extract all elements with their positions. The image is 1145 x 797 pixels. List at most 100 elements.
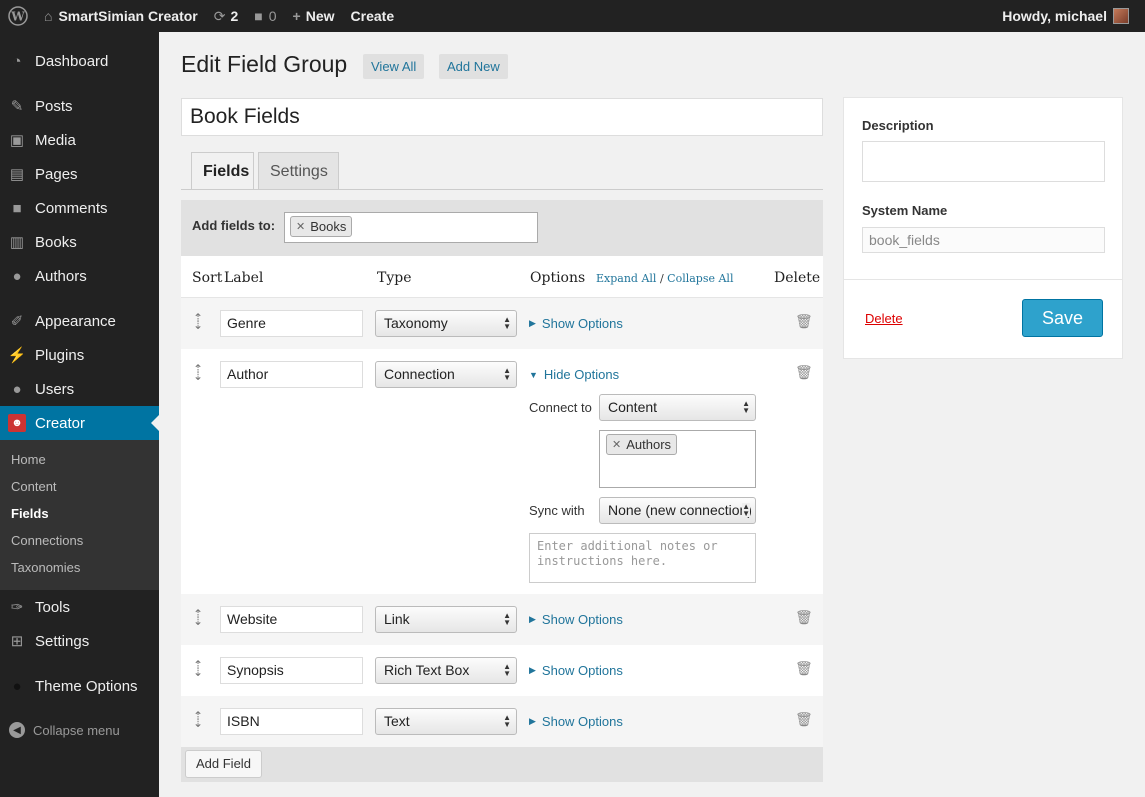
- add-fields-to-input[interactable]: ✕ Books: [284, 212, 538, 243]
- updates-link[interactable]: ⟳ 2: [206, 0, 247, 32]
- select-value: Text: [384, 713, 410, 729]
- tab-fields[interactable]: Fields: [191, 152, 254, 190]
- table-row: ⇡ ⇣ Synopsis Rich Text Box ▲ ▼ ▶ Show Option…: [181, 645, 823, 696]
- notes-textarea[interactable]: Enter additional notes or instructions h…: [529, 533, 756, 583]
- expand-collapse-links: Expand All / Collapse All: [596, 272, 733, 285]
- field-type-select[interactable]: Link ▲ ▼: [375, 606, 517, 633]
- description-textarea[interactable]: [862, 141, 1105, 182]
- updates-icon: ⟳: [213, 7, 226, 24]
- sidebar-item-label: Appearance: [35, 312, 116, 330]
- show-options-link[interactable]: ▶ Show Options: [529, 612, 623, 627]
- sort-handle-icon[interactable]: ⇡ ⇣: [192, 659, 204, 678]
- sidebar-item-tools[interactable]: ✑ Tools: [0, 590, 159, 624]
- show-options-link[interactable]: ▶ Show Options: [529, 316, 623, 331]
- save-button[interactable]: Save: [1022, 299, 1103, 337]
- sidebar-item-appearance[interactable]: ✐ Appearance: [0, 304, 159, 338]
- site-name: SmartSimian Creator: [58, 8, 198, 24]
- sync-with-select[interactable]: None (new connection) ▲ ▼: [599, 497, 756, 524]
- system-name-input[interactable]: book_fields: [862, 227, 1105, 253]
- field-type-select[interactable]: Connection ▲ ▼: [375, 361, 517, 388]
- sidebar-item-theme-options[interactable]: ● Theme Options: [0, 669, 159, 703]
- field-label-input[interactable]: ISBN: [220, 708, 363, 735]
- field-type-select[interactable]: Taxonomy ▲ ▼: [375, 310, 517, 337]
- site-name-link[interactable]: ⌂ SmartSimian Creator: [36, 0, 206, 32]
- sidebar-item-posts[interactable]: ✎ Posts: [0, 89, 159, 123]
- create-link[interactable]: Create: [343, 0, 403, 32]
- sidebar-item-creator[interactable]: ☻ Creator: [0, 406, 159, 440]
- trash-icon[interactable]: 🗑: [795, 364, 813, 381]
- sort-handle-icon[interactable]: ⇡ ⇣: [192, 363, 204, 382]
- column-header-label: Label: [224, 270, 264, 286]
- group-meta-box: Description System Name book_fields Dele…: [843, 97, 1123, 359]
- sidebar-item-comments[interactable]: ■ Comments: [0, 191, 159, 225]
- settings-icon: ⊞: [10, 633, 24, 650]
- submenu-item-home[interactable]: Home: [11, 452, 46, 467]
- sidebar-item-plugins[interactable]: ⚡ Plugins: [0, 338, 159, 372]
- select-value: Connection: [384, 366, 455, 382]
- trash-icon[interactable]: 🗑: [795, 711, 813, 728]
- column-header-type: Type: [377, 270, 412, 286]
- comments-link[interactable]: ■ 0: [246, 0, 284, 32]
- sidebar-item-users[interactable]: ● Users: [0, 372, 159, 406]
- sidebox-divider: [844, 279, 1122, 280]
- connect-to-select[interactable]: Content ▲ ▼: [599, 394, 756, 421]
- field-type-select[interactable]: Rich Text Box ▲ ▼: [375, 657, 517, 684]
- collapse-menu-button[interactable]: ◀ Collapse menu: [9, 722, 120, 738]
- collapse-all-link[interactable]: Collapse All: [667, 272, 733, 285]
- show-options-link[interactable]: ▶ Show Options: [529, 663, 623, 678]
- field-type-select[interactable]: Text ▲ ▼: [375, 708, 517, 735]
- column-header-delete: Delete: [774, 270, 821, 286]
- collapse-menu-label: Collapse menu: [33, 722, 120, 738]
- new-content-link[interactable]: + New: [285, 0, 343, 32]
- field-group-title-input[interactable]: Book Fields: [181, 98, 823, 136]
- triangle-right-icon: ▶: [529, 614, 536, 624]
- sidebar-item-settings[interactable]: ⊞ Settings: [0, 624, 159, 658]
- submenu-item-fields[interactable]: Fields: [11, 506, 49, 521]
- add-new-button[interactable]: Add New: [439, 54, 508, 79]
- expand-all-link[interactable]: Expand All: [596, 272, 656, 285]
- connect-to-label: Connect to: [529, 400, 592, 415]
- sidebar-item-label: Comments: [35, 199, 108, 217]
- select-value: Link: [384, 611, 410, 627]
- sort-handle-icon[interactable]: ⇡ ⇣: [192, 710, 204, 729]
- field-label-input[interactable]: Genre: [220, 310, 363, 337]
- trash-icon[interactable]: 🗑: [795, 660, 813, 677]
- sidebar-item-dashboard[interactable]: ◔ Dashboard: [0, 44, 159, 78]
- remove-token-icon[interactable]: ✕: [296, 220, 305, 233]
- sort-handle-icon[interactable]: ⇡ ⇣: [192, 608, 204, 627]
- sort-handle-icon[interactable]: ⇡ ⇣: [192, 312, 204, 331]
- submenu-item-taxonomies[interactable]: Taxonomies: [11, 560, 80, 575]
- remove-token-icon[interactable]: ✕: [612, 438, 621, 451]
- connect-to-token-input[interactable]: ✕ Authors: [599, 430, 756, 488]
- hide-options-link[interactable]: ▼ Hide Options: [529, 367, 619, 382]
- sidebar-item-books[interactable]: ▥ Books: [0, 225, 159, 259]
- field-label-input[interactable]: Synopsis: [220, 657, 363, 684]
- show-options-link[interactable]: ▶ Show Options: [529, 714, 623, 729]
- add-field-button[interactable]: Add Field: [185, 750, 262, 778]
- view-all-button[interactable]: View All: [363, 54, 425, 79]
- trash-icon[interactable]: 🗑: [795, 609, 813, 626]
- triangle-right-icon: ▶: [529, 318, 536, 328]
- field-label-input[interactable]: Author: [220, 361, 363, 388]
- sidebar-item-pages[interactable]: ▤ Pages: [0, 157, 159, 191]
- trash-icon[interactable]: 🗑: [795, 313, 813, 330]
- select-arrows-icon: ▲ ▼: [503, 366, 511, 382]
- svg-text:W: W: [10, 10, 25, 24]
- select-value: None (new connection): [608, 502, 752, 518]
- field-label-input[interactable]: Website: [220, 606, 363, 633]
- select-arrows-icon: ▲ ▼: [742, 399, 750, 415]
- delete-group-link[interactable]: Delete: [865, 311, 903, 326]
- wordpress-logo-icon[interactable]: W: [0, 0, 36, 32]
- submenu-item-content[interactable]: Content: [11, 479, 57, 494]
- select-arrows-icon: ▲ ▼: [503, 662, 511, 678]
- toggle-label: Show Options: [541, 663, 623, 678]
- sync-with-label: Sync with: [529, 503, 585, 518]
- users-icon: ●: [12, 380, 22, 398]
- submenu-item-connections[interactable]: Connections: [11, 533, 83, 548]
- tab-settings[interactable]: Settings: [258, 152, 339, 190]
- sidebar-item-authors[interactable]: ● Authors: [0, 259, 159, 293]
- select-value: Content: [608, 399, 658, 415]
- my-account-link[interactable]: Howdy, michael: [994, 0, 1137, 32]
- sidebar-item-media[interactable]: ▣ Media: [0, 123, 159, 157]
- circle-icon: ●: [12, 677, 22, 695]
